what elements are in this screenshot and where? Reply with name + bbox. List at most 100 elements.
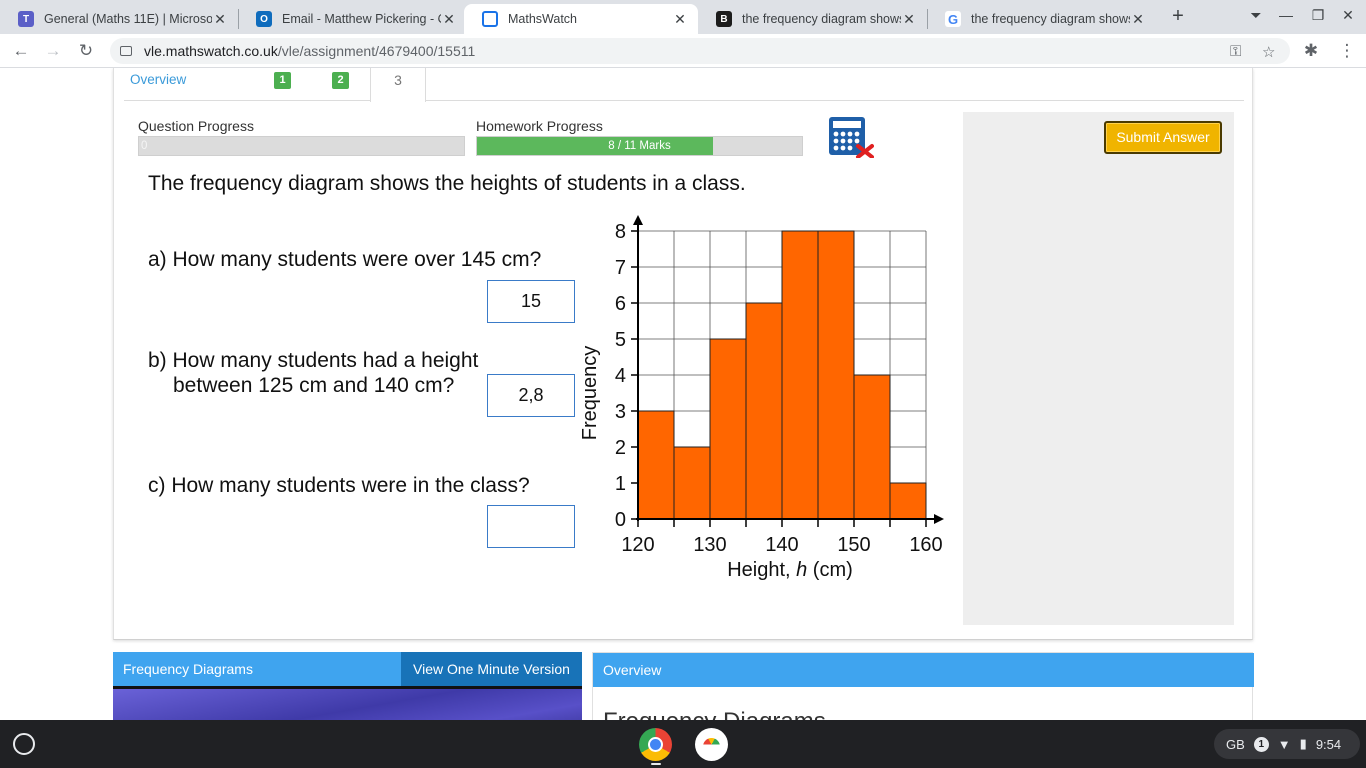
google-icon: G bbox=[945, 11, 961, 27]
address-bar[interactable]: vle.mathswatch.co.uk /vle/assignment/467… bbox=[110, 38, 1290, 64]
tab-question-2[interactable]: 2 bbox=[332, 72, 349, 89]
x-tick-label: 120 bbox=[621, 534, 654, 556]
clock: 9:54 bbox=[1315, 736, 1342, 752]
y-tick-label: 6 bbox=[615, 293, 626, 315]
x-tick-label: 140 bbox=[765, 534, 798, 556]
url-host: vle.mathswatch.co.uk bbox=[144, 43, 278, 59]
drive-app-icon[interactable] bbox=[695, 728, 728, 761]
tab-question-3[interactable]: 3 bbox=[370, 68, 426, 102]
launcher-icon[interactable] bbox=[13, 733, 35, 755]
x-axis-label: Height, h (cm) bbox=[727, 559, 853, 581]
notification-count: 1 bbox=[1253, 736, 1269, 752]
question-progress-bar: 0 bbox=[138, 136, 465, 156]
homework-progress-label: Homework Progress bbox=[476, 118, 603, 134]
restore-icon[interactable]: ❐ bbox=[1308, 7, 1328, 24]
tab-title: MathsWatch bbox=[508, 12, 578, 26]
new-tab-button[interactable]: + bbox=[1168, 6, 1188, 26]
chart-bar bbox=[637, 410, 675, 520]
question-nav-tabs: Overview 1 2 3 bbox=[124, 68, 1244, 102]
calculator-icon[interactable] bbox=[828, 116, 874, 158]
reload-icon[interactable]: ↻ bbox=[75, 40, 97, 62]
chrome-icon[interactable] bbox=[639, 728, 672, 761]
x-axis-label-text: Height, bbox=[727, 559, 796, 581]
video-header: Frequency Diagrams View One Minute Versi… bbox=[113, 652, 582, 686]
forward-icon[interactable]: → bbox=[42, 40, 64, 62]
answer-side-panel: Submit Answer bbox=[963, 112, 1234, 625]
y-tick-label: 4 bbox=[615, 365, 626, 387]
overview-title: Overview bbox=[603, 662, 662, 678]
question-a: a) How many students were over 145 cm? bbox=[148, 248, 542, 271]
y-tick-label: 1 bbox=[615, 473, 626, 495]
answer-b-input[interactable]: 2,8 bbox=[487, 374, 575, 417]
y-tick-label: 3 bbox=[615, 401, 626, 423]
menu-icon[interactable]: ⋮ bbox=[1336, 40, 1358, 62]
tab-brainly[interactable]: B the frequency diagram shows the height… bbox=[698, 4, 927, 34]
question-b-line1: b) How many students had a height bbox=[148, 349, 479, 372]
y-axis-arrow bbox=[633, 215, 643, 225]
answer-a-input[interactable]: 15 bbox=[487, 280, 575, 323]
status-tray[interactable]: GB 1 ▼ ▮ 9:54 bbox=[1214, 729, 1360, 759]
view-one-minute-button[interactable]: View One Minute Version bbox=[401, 652, 582, 686]
video-panel: Frequency Diagrams View One Minute Versi… bbox=[113, 652, 582, 720]
submit-answer-button[interactable]: Submit Answer bbox=[1104, 121, 1222, 154]
minimize-icon[interactable]: — bbox=[1276, 7, 1296, 23]
answer-c-input[interactable] bbox=[487, 505, 575, 548]
mathswatch-icon bbox=[482, 11, 498, 27]
tab-overview[interactable]: Overview bbox=[130, 72, 186, 87]
tab-search-icon[interactable]: ⏷ bbox=[1246, 7, 1266, 24]
x-axis-label-unit: (cm) bbox=[807, 559, 853, 581]
browser-tab-strip: T General (Maths 11E) | Microsoft Teams … bbox=[0, 0, 1366, 34]
overview-heading: Frequency Diagrams bbox=[603, 708, 826, 720]
outlook-icon: O bbox=[256, 11, 272, 27]
tab-title: General (Maths 11E) | Microsoft Teams bbox=[44, 12, 212, 26]
frequency-diagram-chart: 120 130 140 150 160 0 1 2 3 4 5 6 7 8 Height, h (cm) Fr… bbox=[579, 215, 944, 581]
close-icon[interactable]: ✕ bbox=[672, 11, 688, 28]
tab-title: the frequency diagram shows the heights bbox=[971, 12, 1130, 26]
close-window-icon[interactable]: ✕ bbox=[1338, 7, 1358, 24]
close-icon[interactable]: ✕ bbox=[441, 11, 457, 28]
y-tick-label: 5 bbox=[615, 329, 626, 351]
tab-google[interactable]: G the frequency diagram shows the height… bbox=[927, 4, 1156, 34]
chart-bar bbox=[745, 302, 783, 520]
close-icon[interactable]: ✕ bbox=[901, 11, 917, 28]
tab-teams[interactable]: T General (Maths 11E) | Microsoft Teams … bbox=[0, 4, 238, 34]
question-b-line2: between 125 cm and 140 cm? bbox=[173, 374, 455, 397]
active-app-indicator bbox=[651, 763, 661, 765]
question-card: Overview 1 2 3 Question Progress 0 Homew… bbox=[113, 68, 1253, 640]
y-tick-label: 7 bbox=[615, 257, 626, 279]
close-icon[interactable]: ✕ bbox=[212, 11, 228, 28]
tab-mathswatch[interactable]: MathsWatch ✕ bbox=[464, 4, 698, 34]
brainly-icon: B bbox=[716, 11, 732, 27]
chart-bar bbox=[709, 338, 747, 520]
x-tick-label: 130 bbox=[693, 534, 726, 556]
y-tick-label: 0 bbox=[615, 509, 626, 531]
battery-icon: ▮ bbox=[1299, 736, 1307, 751]
y-tick-label: 8 bbox=[615, 221, 626, 243]
question-c: c) How many students were in the class? bbox=[148, 474, 530, 497]
x-tick-label: 160 bbox=[909, 534, 942, 556]
key-icon[interactable]: ⚿ bbox=[1230, 43, 1241, 60]
y-axis-label: Frequency bbox=[579, 346, 601, 441]
keyboard-locale: GB bbox=[1226, 736, 1245, 752]
chart-bar bbox=[781, 230, 819, 520]
back-icon[interactable]: ← bbox=[10, 40, 32, 62]
site-info-icon[interactable] bbox=[120, 46, 132, 56]
homework-progress-value: 8 / 11 Marks bbox=[608, 140, 671, 152]
homework-progress-bar: 8 / 11 Marks bbox=[476, 136, 803, 156]
bookmark-star-icon[interactable]: ☆ bbox=[1262, 43, 1275, 61]
tab-title: the frequency diagram shows the heights bbox=[742, 12, 901, 26]
question-progress-value: 0 bbox=[141, 140, 148, 152]
video-player[interactable] bbox=[113, 686, 582, 720]
overview-panel: Overview Frequency Diagrams bbox=[592, 652, 1254, 720]
wifi-icon: ▼ bbox=[1277, 736, 1291, 752]
chart-bar bbox=[817, 230, 855, 520]
tab-question-1[interactable]: 1 bbox=[274, 72, 291, 89]
tab-title: Email - Matthew Pickering - Outlook bbox=[282, 12, 441, 26]
page-content: Overview 1 2 3 Question Progress 0 Homew… bbox=[0, 68, 1366, 720]
video-title: Frequency Diagrams bbox=[123, 661, 253, 677]
tab-outlook[interactable]: O Email - Matthew Pickering - Outlook ✕ bbox=[238, 4, 467, 34]
chart-bar bbox=[853, 374, 891, 520]
extensions-icon[interactable]: ✱ bbox=[1300, 40, 1322, 62]
teams-icon: T bbox=[18, 11, 34, 27]
close-icon[interactable]: ✕ bbox=[1130, 11, 1146, 28]
